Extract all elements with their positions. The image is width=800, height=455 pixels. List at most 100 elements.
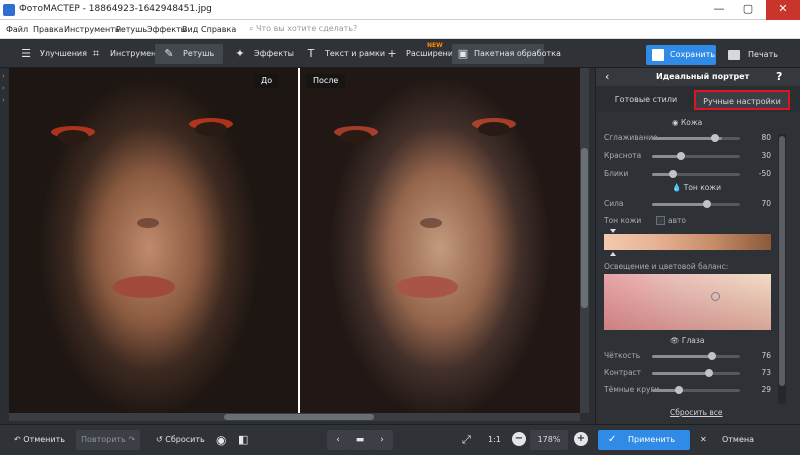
smoothing-label: Сглаживание bbox=[604, 133, 658, 142]
fit-screen-icon[interactable]: ⤢ bbox=[462, 430, 471, 450]
blemishes-slider[interactable] bbox=[652, 173, 740, 176]
tab-enhancements[interactable]: ☰ Улучшения bbox=[12, 44, 87, 64]
scroll-thumb[interactable] bbox=[581, 148, 588, 308]
smoothing-value: 80 bbox=[761, 133, 771, 142]
tab-label: Текст и рамки bbox=[325, 49, 386, 58]
redness-slider[interactable] bbox=[652, 155, 740, 158]
minimize-button[interactable]: — bbox=[706, 0, 732, 20]
tab-retouch[interactable]: ✎ Ретушь bbox=[155, 44, 223, 64]
smoothing-knob[interactable] bbox=[711, 134, 719, 142]
redness-knob[interactable] bbox=[677, 152, 685, 160]
menu-help[interactable]: Справка bbox=[201, 25, 236, 34]
chevron-right-icon[interactable]: › bbox=[2, 72, 5, 80]
crop-icon: ⌗ bbox=[92, 47, 100, 60]
title-bar: ФотоМАСТЕР - 18864923-1642948451.jpg — ▢… bbox=[0, 0, 800, 20]
strength-label: Сила bbox=[604, 199, 624, 208]
eye-left bbox=[57, 130, 89, 144]
slider-fill bbox=[652, 355, 714, 358]
skin-tone-gradient[interactable] bbox=[604, 234, 771, 250]
zoom-out-icon[interactable]: − bbox=[512, 432, 526, 446]
skin-tone-section-header: 💧 Тон кожи bbox=[672, 183, 721, 192]
compare-icon[interactable]: ◧ bbox=[238, 430, 248, 450]
cancel-button[interactable]: ✕ Отмена bbox=[700, 430, 754, 450]
next-image-button[interactable]: › bbox=[371, 430, 393, 450]
smoothing-slider[interactable] bbox=[652, 137, 740, 140]
horizontal-scrollbar[interactable] bbox=[9, 413, 580, 421]
chevron-right-icon[interactable]: › bbox=[2, 84, 5, 92]
menu-retouch[interactable]: Ретушь bbox=[116, 25, 147, 34]
retouch-panel: ‹ Идеальный портрет ? Готовые стили Ручн… bbox=[595, 68, 800, 424]
zoom-1-1-button[interactable]: 1:1 bbox=[488, 430, 501, 450]
print-button[interactable]: Печать bbox=[724, 45, 784, 65]
tab-label: Расширения bbox=[406, 49, 458, 58]
eye-icon[interactable]: ◉ bbox=[216, 430, 226, 450]
reset-all-link[interactable]: Сбросить все bbox=[670, 408, 723, 417]
eye-right bbox=[195, 122, 227, 136]
tab-manual-settings[interactable]: Ручные настройки bbox=[694, 90, 790, 110]
reset-icon: ↺ bbox=[156, 435, 163, 444]
help-icon[interactable]: ? bbox=[776, 70, 782, 83]
balance-target-icon[interactable] bbox=[711, 292, 720, 301]
scroll-thumb[interactable] bbox=[779, 136, 785, 386]
left-collapse-strip: › › › bbox=[0, 68, 9, 424]
tab-preset-styles[interactable]: Готовые стили bbox=[602, 90, 690, 110]
color-balance-picker[interactable] bbox=[604, 274, 771, 330]
reset-button[interactable]: ↺ Сбросить bbox=[156, 430, 205, 450]
back-icon[interactable]: ‹ bbox=[605, 70, 609, 83]
tone-marker-top[interactable] bbox=[610, 229, 616, 233]
tab-tools[interactable]: ⌗ Инструменты bbox=[82, 44, 167, 64]
eye-left bbox=[340, 130, 372, 144]
clarity-slider[interactable] bbox=[652, 355, 740, 358]
menu-tools[interactable]: Инструменты bbox=[64, 25, 121, 34]
zoom-in-icon[interactable]: + bbox=[574, 432, 588, 446]
prev-image-button[interactable]: ‹ bbox=[327, 430, 349, 450]
zoom-level-field[interactable]: 178% bbox=[530, 430, 568, 450]
maximize-button[interactable]: ▢ bbox=[735, 0, 761, 20]
dark-circles-slider[interactable] bbox=[652, 389, 740, 392]
dark-circles-knob[interactable] bbox=[675, 386, 683, 394]
dark-circles-value: 29 bbox=[761, 385, 771, 394]
save-button[interactable]: Сохранить bbox=[646, 45, 716, 65]
apply-button[interactable]: ✓ Применить bbox=[598, 430, 690, 450]
skin-header-label: Кожа bbox=[680, 118, 703, 127]
check-icon: ✓ bbox=[608, 434, 617, 445]
menu-file[interactable]: Файл bbox=[6, 25, 28, 34]
redo-button[interactable]: Повторить ↷ bbox=[76, 430, 140, 450]
menu-effects[interactable]: Эффекты bbox=[147, 25, 187, 34]
brush-icon: ✎ bbox=[164, 47, 174, 60]
vertical-scrollbar[interactable] bbox=[580, 68, 589, 413]
blemishes-knob[interactable] bbox=[669, 170, 677, 178]
sliders-icon: ☰ bbox=[21, 47, 31, 60]
close-button[interactable]: ✕ bbox=[766, 0, 800, 20]
strength-knob[interactable] bbox=[703, 200, 711, 208]
menu-bar: Файл Правка Инструменты Ретушь Эффекты В… bbox=[0, 20, 800, 39]
tab-text-frames[interactable]: T Текст и рамки bbox=[297, 44, 385, 64]
strength-slider[interactable] bbox=[652, 203, 740, 206]
redo-label: Повторить bbox=[80, 435, 126, 444]
tone-marker-bottom[interactable] bbox=[610, 252, 616, 256]
auto-checkbox[interactable] bbox=[656, 216, 665, 225]
tab-effects[interactable]: ✦ Эффекты bbox=[226, 44, 294, 64]
search-input[interactable]: ⌕ Что вы хотите сделать? bbox=[249, 24, 357, 34]
panel-header: ‹ Идеальный портрет ? bbox=[596, 68, 800, 86]
menu-edit[interactable]: Правка bbox=[33, 25, 63, 34]
scroll-thumb[interactable] bbox=[224, 414, 374, 420]
after-label: После bbox=[306, 74, 346, 88]
contrast-knob[interactable] bbox=[705, 369, 713, 377]
clarity-knob[interactable] bbox=[708, 352, 716, 360]
chevron-right-icon[interactable]: › bbox=[2, 96, 5, 104]
undo-button[interactable]: ↶ Отменить bbox=[14, 430, 65, 450]
photo-canvas[interactable]: До После bbox=[9, 68, 580, 413]
tab-label: Ретушь bbox=[183, 49, 215, 58]
menu-view[interactable]: Вид bbox=[182, 25, 198, 34]
tab-batch[interactable]: ▣ Пакетная обработка bbox=[452, 44, 561, 64]
print-label: Печать bbox=[748, 50, 778, 59]
panel-scrollbar[interactable] bbox=[778, 134, 786, 404]
before-label: До bbox=[254, 74, 280, 88]
save-icon bbox=[652, 49, 664, 61]
folder-icon[interactable]: ▬ bbox=[349, 430, 371, 450]
skin-tone-header-label: Тон кожи bbox=[683, 183, 721, 192]
contrast-slider[interactable] bbox=[652, 372, 740, 375]
reset-label: Сбросить bbox=[165, 435, 205, 444]
search-placeholder: Что вы хотите сделать? bbox=[256, 24, 358, 33]
